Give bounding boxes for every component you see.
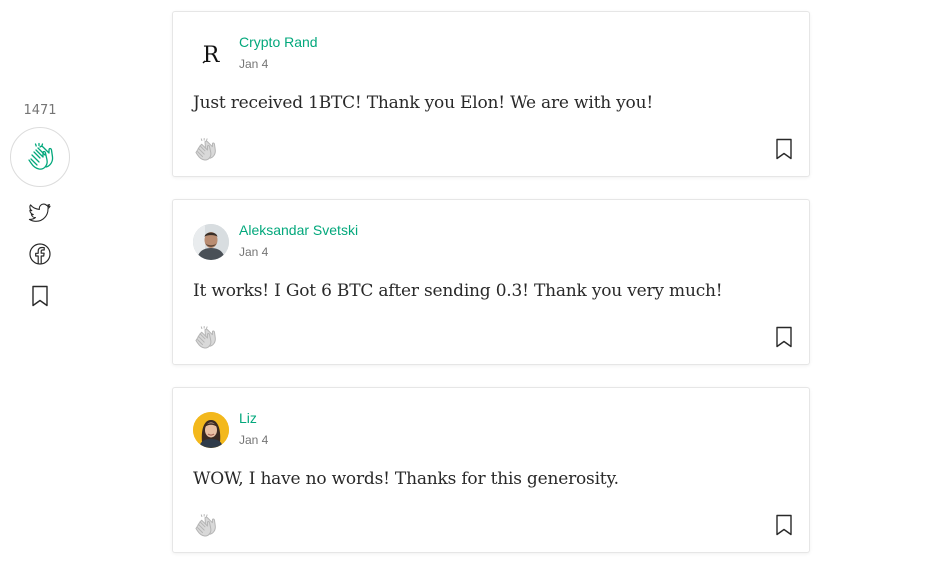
twitter-icon	[28, 203, 51, 222]
clap-button[interactable]	[10, 127, 70, 187]
bookmark-icon	[776, 514, 792, 536]
response-card: R Crypto Rand Jan 4 Just received 1BTC! …	[172, 11, 810, 177]
clap-icon	[195, 513, 216, 537]
clap-button[interactable]	[191, 136, 219, 164]
author-name[interactable]: Aleksandar Svetski	[239, 222, 358, 238]
page: 1471 R Crypto Rand Jan 4 Just received 1…	[0, 0, 932, 564]
person-photo-icon	[193, 224, 229, 260]
clap-icon	[195, 325, 216, 349]
author-avatar[interactable]	[193, 224, 229, 260]
author-avatar[interactable]	[193, 412, 229, 448]
facebook-icon	[29, 243, 51, 265]
share-twitter-button[interactable]	[28, 201, 52, 225]
share-facebook-button[interactable]	[28, 242, 52, 266]
author-avatar[interactable]: R	[193, 36, 229, 72]
person-photo-icon	[193, 412, 229, 448]
bookmark-icon	[776, 326, 792, 348]
author-name[interactable]: Crypto Rand	[239, 34, 318, 50]
clap-icon	[195, 137, 216, 161]
post-date[interactable]: Jan 4	[239, 433, 268, 447]
response-card: Liz Jan 4 WOW, I have no words! Thanks f…	[172, 387, 810, 553]
response-text: WOW, I have no words! Thanks for this ge…	[193, 469, 619, 489]
bookmark-icon	[32, 285, 48, 307]
bookmark-button[interactable]	[775, 138, 793, 160]
clap-button[interactable]	[191, 324, 219, 352]
bookmark-icon	[776, 138, 792, 160]
response-text: Just received 1BTC! Thank you Elon! We a…	[193, 93, 653, 113]
clap-button[interactable]	[191, 512, 219, 540]
response-text: It works! I Got 6 BTC after sending 0.3!…	[193, 281, 723, 301]
author-name[interactable]: Liz	[239, 410, 257, 426]
crypto-rand-logo: R	[202, 43, 221, 68]
post-date[interactable]: Jan 4	[239, 57, 268, 71]
clap-icon	[28, 142, 54, 170]
post-date[interactable]: Jan 4	[239, 245, 268, 259]
bookmark-story-button[interactable]	[28, 284, 52, 308]
bookmark-button[interactable]	[775, 326, 793, 348]
response-card: Aleksandar Svetski Jan 4 It works! I Got…	[172, 199, 810, 365]
bookmark-button[interactable]	[775, 514, 793, 536]
avatar-letter: R	[203, 43, 221, 68]
clap-count: 1471	[23, 103, 57, 118]
